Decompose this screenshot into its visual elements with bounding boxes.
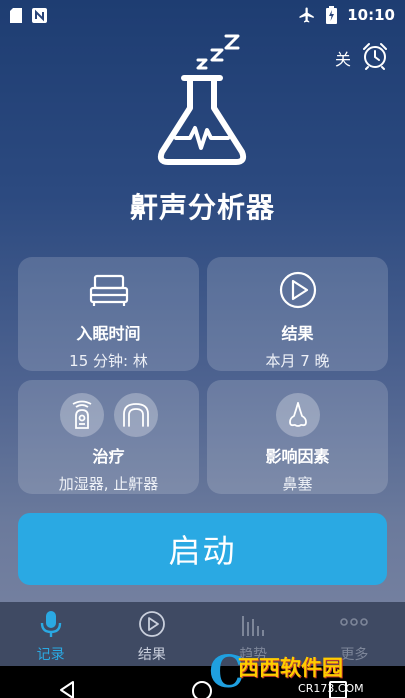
card-subtitle: 15 分钟: 林 [69,352,148,370]
bar-chart-icon [239,610,267,642]
mouthguard-icon [113,392,158,437]
card-icons [275,392,320,437]
card-factors[interactable]: 影响因素 鼻塞 [207,380,388,494]
card-title: 入眠时间 [76,324,141,343]
alarm-state-label: 关 [334,50,351,69]
app-logo [152,30,252,170]
card-results[interactable]: 结果 本月 7 晚 [207,257,388,371]
alarm-toggle[interactable]: 关 [335,42,389,74]
status-time: 10:10 [347,6,395,24]
nose-icon [275,392,320,437]
card-title: 治疗 [92,447,125,466]
watermark-text: 西西软件园 CR173.COM [238,652,364,695]
tab-record[interactable]: 记录 [0,602,101,666]
play-circle-icon [278,270,318,314]
watermark-main: 西西软件园 [238,655,344,680]
card-subtitle: 本月 7 晚 [265,352,330,370]
card-icons [89,269,129,314]
app-title: 鼾声分析器 [129,191,275,224]
flask-zzz-icon [157,34,247,165]
card-subtitle: 鼻塞 [282,475,313,493]
sd-card-icon [10,7,22,23]
status-bar: 10:10 [0,0,405,30]
n-notification-icon [32,7,47,23]
microphone-icon [38,610,64,642]
status-left [10,7,47,23]
back-icon[interactable] [57,680,77,698]
battery-charging-icon [326,6,338,24]
status-right: 10:10 [298,6,395,24]
watermark-logo: C 西西软件园 CR173.COM [209,650,399,696]
more-dots-icon [339,610,369,642]
card-remedies[interactable]: 治疗 加湿器, 止鼾器 [18,380,199,494]
start-button[interactable]: 启动 [18,513,387,585]
card-sleep-time[interactable]: 入眠时间 15 分钟: 林 [18,257,199,371]
tab-label: 记录 [36,647,65,663]
airplane-icon [298,6,316,24]
watermark-sub: CR173.COM [298,681,364,695]
bed-icon [89,273,129,311]
card-title: 结果 [281,324,314,343]
card-subtitle: 加湿器, 止鼾器 [58,475,159,493]
card-icons [59,392,158,437]
alarm-clock-icon[interactable] [361,42,389,74]
play-circle-icon [138,610,166,642]
humidifier-icon [59,392,104,437]
tab-label: 结果 [137,647,166,663]
tab-results[interactable]: 结果 [101,602,202,666]
card-title: 影响因素 [265,447,330,466]
card-icons [278,269,318,314]
